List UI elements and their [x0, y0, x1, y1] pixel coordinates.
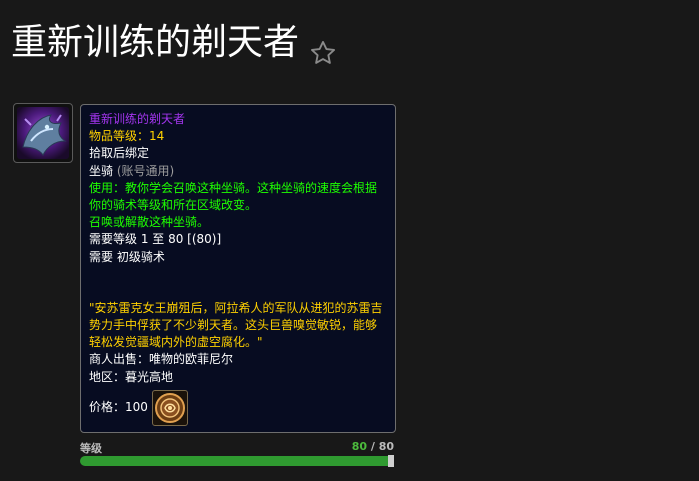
item-tooltip: 重新训练的剃天者 物品等级：14 拾取后绑定 坐骑 (账号通用) 使用：教你学会… [80, 104, 396, 433]
progress-separator: / [367, 440, 379, 453]
item-use-text: 使用：教你学会召唤这种坐骑。这种坐骑的速度会根据你的骑术等级和所在区域改变。 [89, 180, 378, 213]
item-level-label: 物品等级： [89, 129, 150, 144]
item-zone: 地区：暮光高地 [89, 369, 174, 384]
item-type-note: (账号通用) [116, 163, 175, 178]
item-level-value: 14 [149, 129, 165, 144]
item-level-line: 物品等级：14 [89, 128, 387, 145]
item-required-skill: 需要 初级骑术 [89, 249, 165, 264]
mount-skyterror-icon [17, 107, 69, 159]
price-label: 价格： [89, 400, 126, 415]
item-type-line: 坐骑 (账号通用) [89, 163, 387, 180]
progress-label-row: 等级 80 / 80 [80, 440, 394, 456]
item-name: 重新训练的剃天者 [89, 112, 186, 126]
star-outline-icon[interactable] [309, 31, 337, 64]
progress-current: 80 [351, 440, 367, 453]
progress-max: 80 [378, 440, 394, 453]
item-required-level: 需要等级 1 至 80 [(80)] [89, 232, 222, 247]
item-type: 坐骑 [89, 163, 114, 178]
progress-handle[interactable] [388, 455, 394, 467]
progress-readout: 80 / 80 [352, 440, 394, 456]
item-price: 价格： 100 [89, 389, 387, 426]
page-title-text: 重新训练的剃天者 [11, 22, 300, 63]
item-summon-text: 召唤或解散这种坐骑。 [89, 215, 210, 230]
item-flavor-text: "安苏雷克女王崩殂后，阿拉希人的军队从进犯的苏雷吉势力手中俘获了不少剃天者。这头… [89, 300, 383, 350]
progress-label: 等级 [80, 442, 102, 455]
level-progress-bar [80, 456, 394, 466]
bronze-currency-icon[interactable] [151, 389, 188, 426]
item-icon-frame[interactable] [13, 103, 73, 163]
item-vendor: 商人出售：唯物的欧菲尼尔 [89, 352, 234, 367]
item-binding: 拾取后绑定 [89, 146, 150, 161]
price-value: 100 [125, 400, 148, 415]
page-title: 重新训练的剃天者 [11, 18, 337, 68]
progress-fill [80, 456, 394, 466]
